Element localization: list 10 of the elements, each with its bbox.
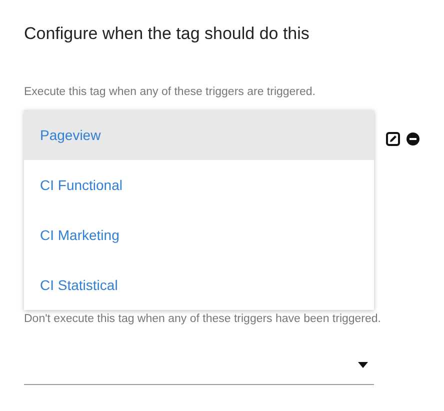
trigger-description: Execute this tag when any of these triggers are triggered. xyxy=(24,85,316,100)
remove-icon[interactable] xyxy=(406,132,420,146)
menu-item[interactable]: Pageview xyxy=(24,110,374,160)
exception-description: Don't execute this tag when any of these triggers have been triggered. xyxy=(24,312,382,327)
caret-icon xyxy=(358,362,368,368)
edit-icon[interactable] xyxy=(386,132,400,146)
section-heading: Configure when the tag should do this xyxy=(24,23,310,45)
menu-item[interactable]: CI Statistical xyxy=(24,260,374,310)
menu-item[interactable]: CI Marketing xyxy=(24,210,374,260)
menu-item[interactable]: CI Functional xyxy=(24,160,374,210)
